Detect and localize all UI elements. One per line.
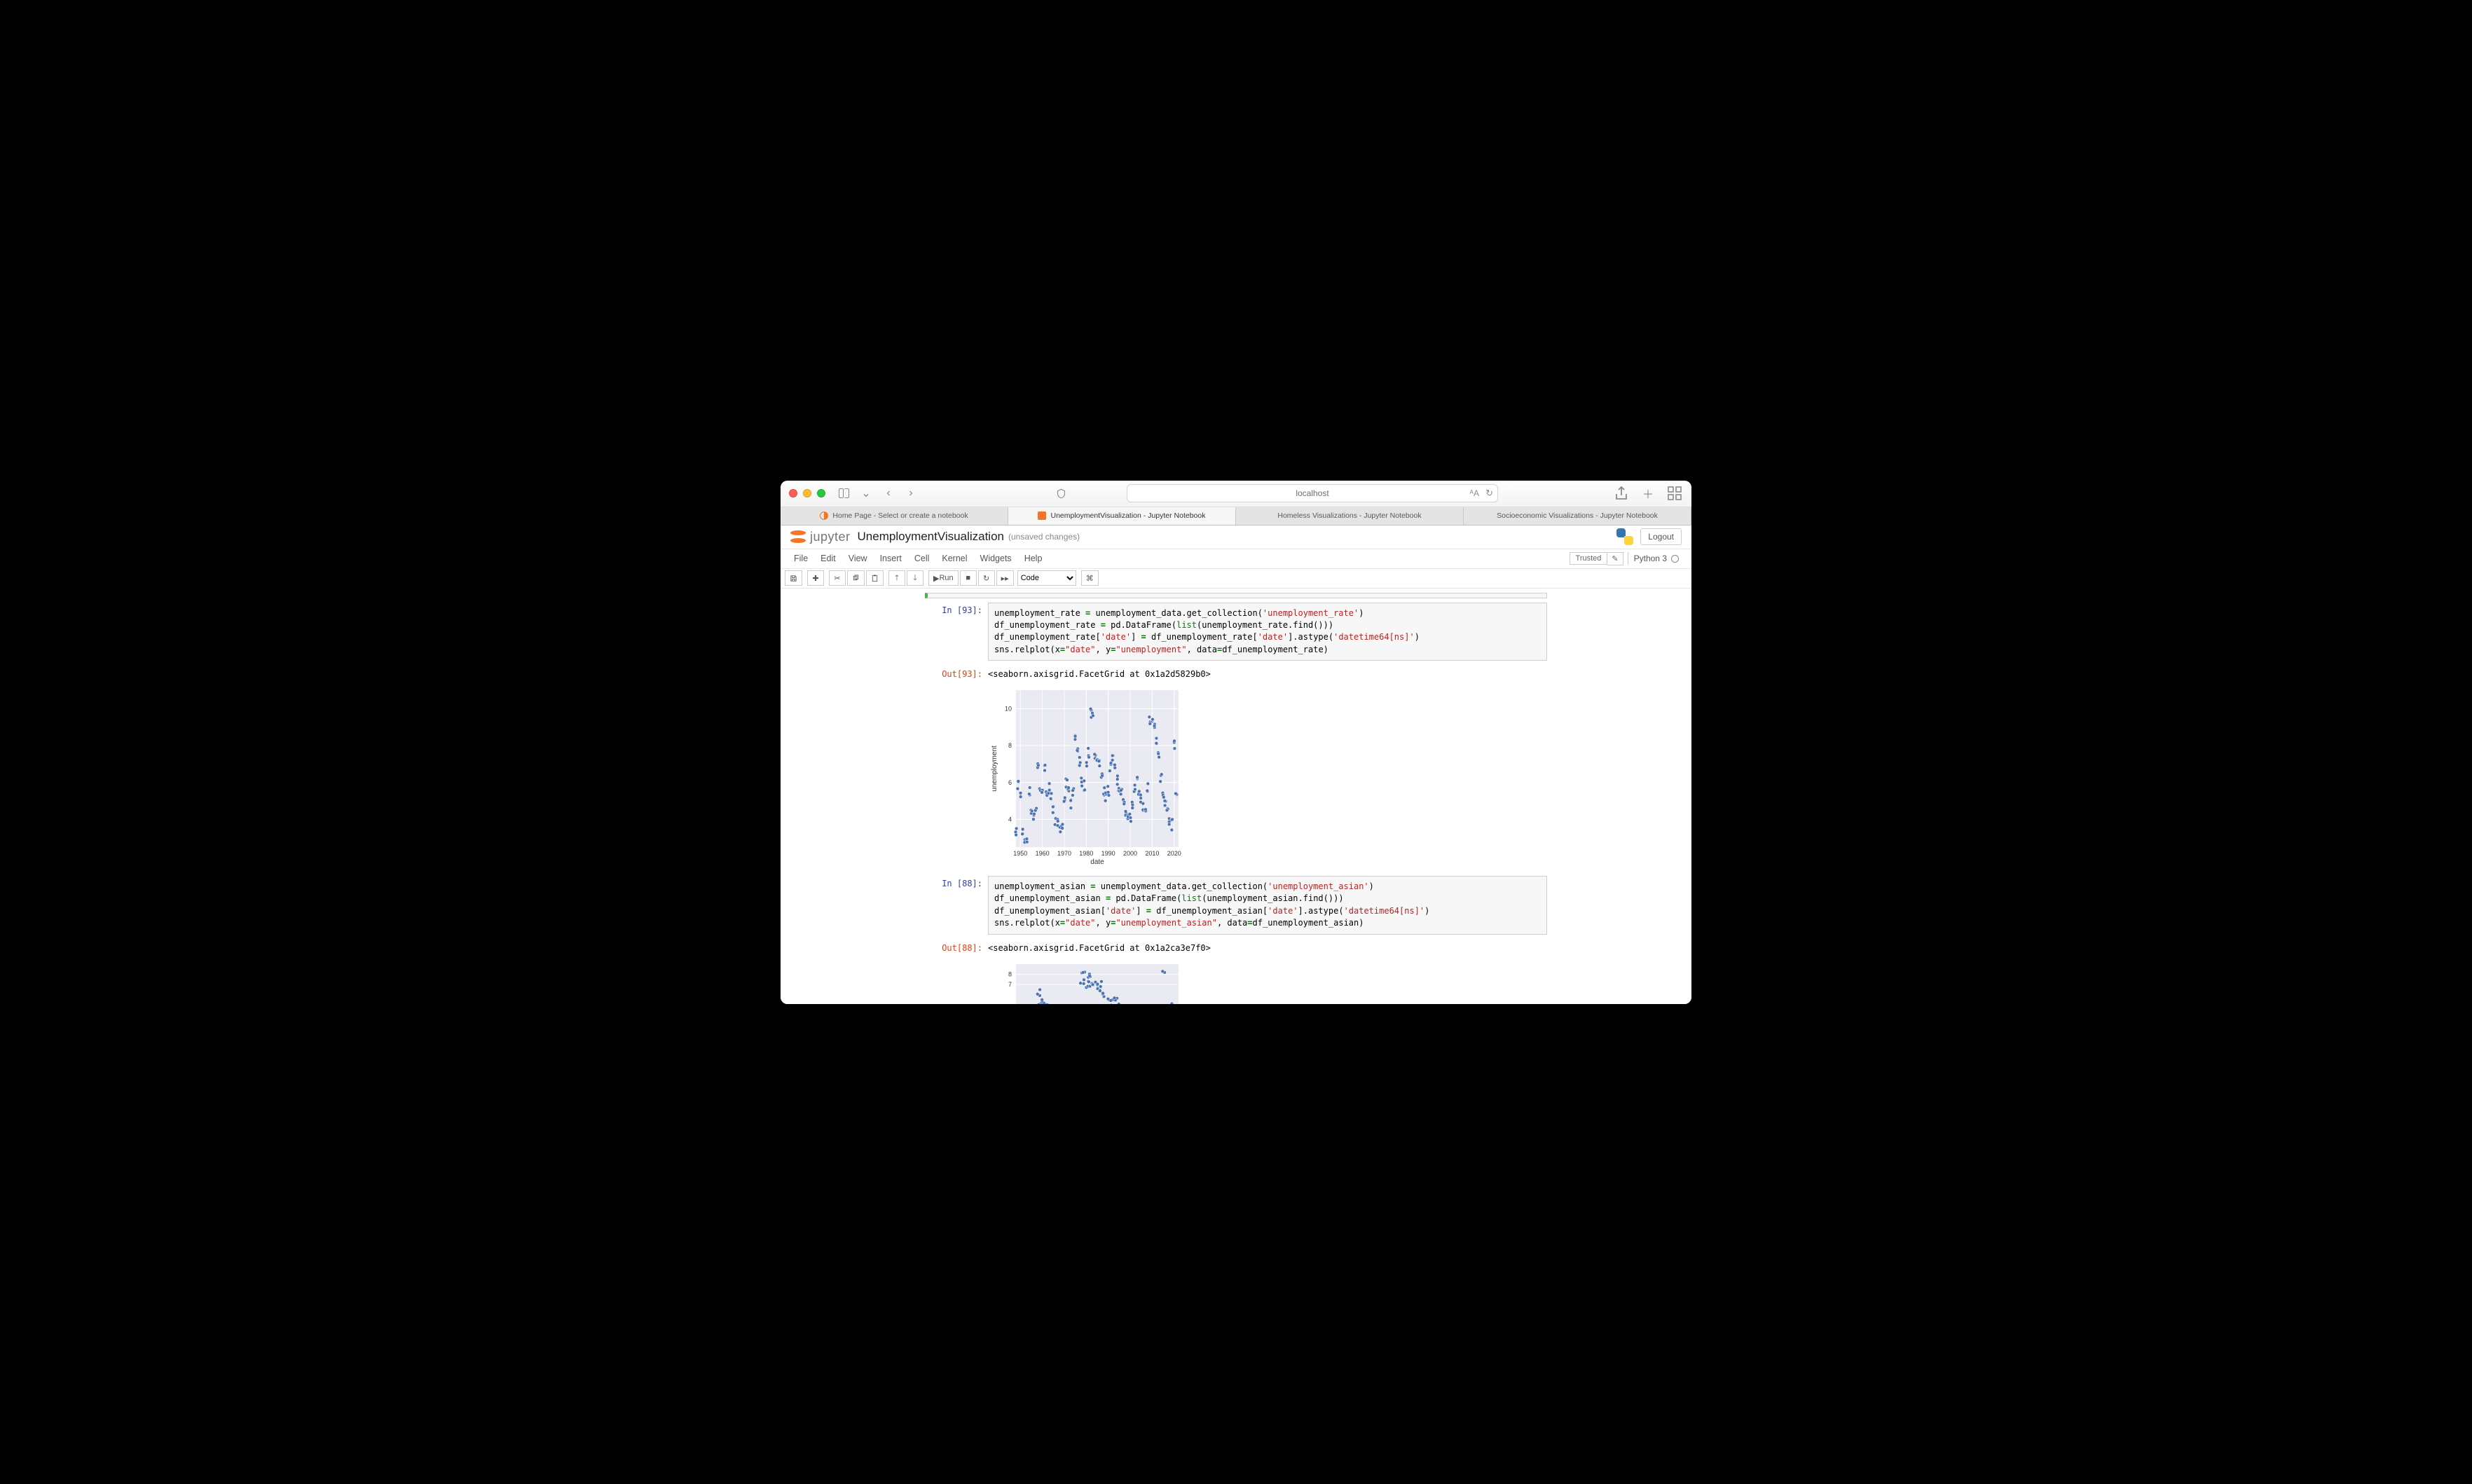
tab-unemployment[interactable]: UnemploymentVisualization - Jupyter Note… [1008,507,1236,525]
menu-edit[interactable]: Edit [814,554,842,563]
in-prompt: In [88]: [925,876,988,935]
new-tab-icon[interactable]: ＋ [1640,485,1656,502]
share-icon[interactable] [1613,485,1630,502]
code-input[interactable]: unemployment_asian = unemployment_data.g… [988,876,1547,935]
svg-text:2020: 2020 [1167,850,1181,857]
toolbar: ✚ ✂ 🡑 🡓 ▶ Run ■ ↻ ▸▸ Code ⌘ [781,569,1691,589]
out-prompt: Out[88]: [925,940,988,1004]
svg-text:1990: 1990 [1101,850,1115,857]
copy-button[interactable] [847,570,865,586]
svg-text:7: 7 [1008,981,1012,988]
code-input[interactable]: unemployment_rate = unemployment_data.ge… [988,603,1547,661]
in-prompt: In [93]: [925,603,988,661]
window-controls [789,489,825,497]
python-logo-icon [1616,528,1633,545]
tab-label: Homeless Visualizations - Jupyter Notebo… [1277,511,1421,520]
tab-strip: Home Page - Select or create a notebook … [781,507,1691,525]
scatter-plot: 78t_asian [988,959,1184,1004]
page-content: jupyter UnemploymentVisualization (unsav… [781,525,1691,1004]
cell-type-select[interactable]: Code [1017,570,1076,586]
svg-text:4: 4 [1008,816,1012,823]
out-prompt: Out[93]: [925,666,988,870]
edit-metadata-button[interactable]: ✎ [1607,552,1623,565]
kernel-name: Python 3 [1634,554,1667,563]
jupyter-icon [820,511,828,520]
tab-homeless[interactable]: Homeless Visualizations - Jupyter Notebo… [1236,507,1464,525]
svg-text:1950: 1950 [1013,850,1027,857]
notebook-icon [1038,511,1046,520]
save-button[interactable] [785,570,802,586]
run-label: Run [939,574,953,582]
zoom-icon[interactable] [817,489,825,497]
tab-home[interactable]: Home Page - Select or create a notebook [781,507,1008,525]
command-palette-button[interactable]: ⌘ [1081,570,1099,586]
forward-icon[interactable]: › [902,485,919,502]
menu-help[interactable]: Help [1018,554,1049,563]
shield-icon[interactable] [1052,485,1069,502]
tab-label: Socioeconomic Visualizations - Jupyter N… [1497,511,1658,520]
svg-text:6: 6 [1008,779,1012,786]
menubar: File Edit View Insert Cell Kernel Widget… [781,549,1691,569]
kernel-indicator[interactable]: Python 3 [1628,552,1684,565]
svg-text:1980: 1980 [1079,850,1093,857]
paste-button[interactable] [866,570,884,586]
menu-widgets[interactable]: Widgets [974,554,1018,563]
add-cell-button[interactable]: ✚ [807,570,824,586]
svg-text:8: 8 [1008,970,1012,977]
menu-view[interactable]: View [842,554,874,563]
svg-text:10: 10 [1005,705,1012,712]
jupyter-logo-text: jupyter [810,530,851,544]
reload-icon[interactable]: ↻ [1485,488,1493,499]
move-up-button[interactable]: 🡑 [888,570,905,586]
code-cell[interactable]: In [88]: unemployment_asian = unemployme… [925,876,1547,935]
browser-window: ⌄ ‹ › localhost ᴬA ↻ ＋ Home Page - Selec… [781,481,1691,1004]
address-bar[interactable]: localhost ᴬA ↻ [1127,484,1498,502]
close-icon[interactable] [789,489,797,497]
sidebar-toggle-icon[interactable] [835,485,852,502]
chevron-down-icon[interactable]: ⌄ [858,485,874,502]
svg-text:1960: 1960 [1036,850,1050,857]
scatter-plot: 4 6 8 10 1950 1960 1970 1980 1990 2000 2010 2020 une… [988,685,1184,867]
svg-text:1970: 1970 [1057,850,1071,857]
tab-label: UnemploymentVisualization - Jupyter Note… [1050,511,1205,520]
unsaved-indicator: (unsaved changes) [1008,532,1080,542]
move-down-button[interactable]: 🡓 [907,570,923,586]
notebook-title[interactable]: UnemploymentVisualization [858,530,1004,544]
svg-text:unemployment: unemployment [991,746,998,792]
restart-run-all-button[interactable]: ▸▸ [996,570,1014,586]
restart-button[interactable]: ↻ [978,570,995,586]
running-cell-indicator [925,593,1547,598]
jupyter-mark-icon [790,529,806,544]
menu-kernel[interactable]: Kernel [935,554,973,563]
trusted-badge[interactable]: Trusted [1570,552,1608,565]
notebook-area[interactable]: In [93]: unemployment_rate = unemploymen… [781,589,1691,1004]
output-cell: Out[93]: <seaborn.axisgrid.FacetGrid at … [925,666,1547,870]
svg-text:2000: 2000 [1123,850,1137,857]
menu-insert[interactable]: Insert [874,554,908,563]
code-cell[interactable]: In [93]: unemployment_rate = unemploymen… [925,603,1547,661]
logout-button[interactable]: Logout [1640,528,1682,545]
run-button[interactable]: ▶ Run [928,570,959,586]
output-text: <seaborn.axisgrid.FacetGrid at 0x1a2ca3e… [988,940,1547,959]
back-icon[interactable]: ‹ [880,485,897,502]
interrupt-button[interactable]: ■ [960,570,977,586]
minimize-icon[interactable] [803,489,811,497]
titlebar: ⌄ ‹ › localhost ᴬA ↻ ＋ [781,481,1691,507]
tab-socioeconomic[interactable]: Socioeconomic Visualizations - Jupyter N… [1464,507,1691,525]
jupyter-header: jupyter UnemploymentVisualization (unsav… [781,525,1691,549]
tab-label: Home Page - Select or create a notebook [832,511,968,520]
cut-button[interactable]: ✂ [829,570,846,586]
kernel-status-icon [1671,555,1679,563]
svg-text:date: date [1090,858,1104,866]
jupyter-logo[interactable]: jupyter [790,529,851,544]
output-cell: Out[88]: <seaborn.axisgrid.FacetGrid at … [925,940,1547,1004]
menu-cell[interactable]: Cell [908,554,936,563]
reader-icon[interactable]: ᴬA [1470,488,1479,498]
svg-text:8: 8 [1008,742,1012,749]
menu-file[interactable]: File [788,554,814,563]
tabs-overview-icon[interactable] [1666,485,1683,502]
url-text: localhost [1296,488,1328,498]
svg-text:2010: 2010 [1145,850,1159,857]
output-text: <seaborn.axisgrid.FacetGrid at 0x1a2d582… [988,666,1547,685]
